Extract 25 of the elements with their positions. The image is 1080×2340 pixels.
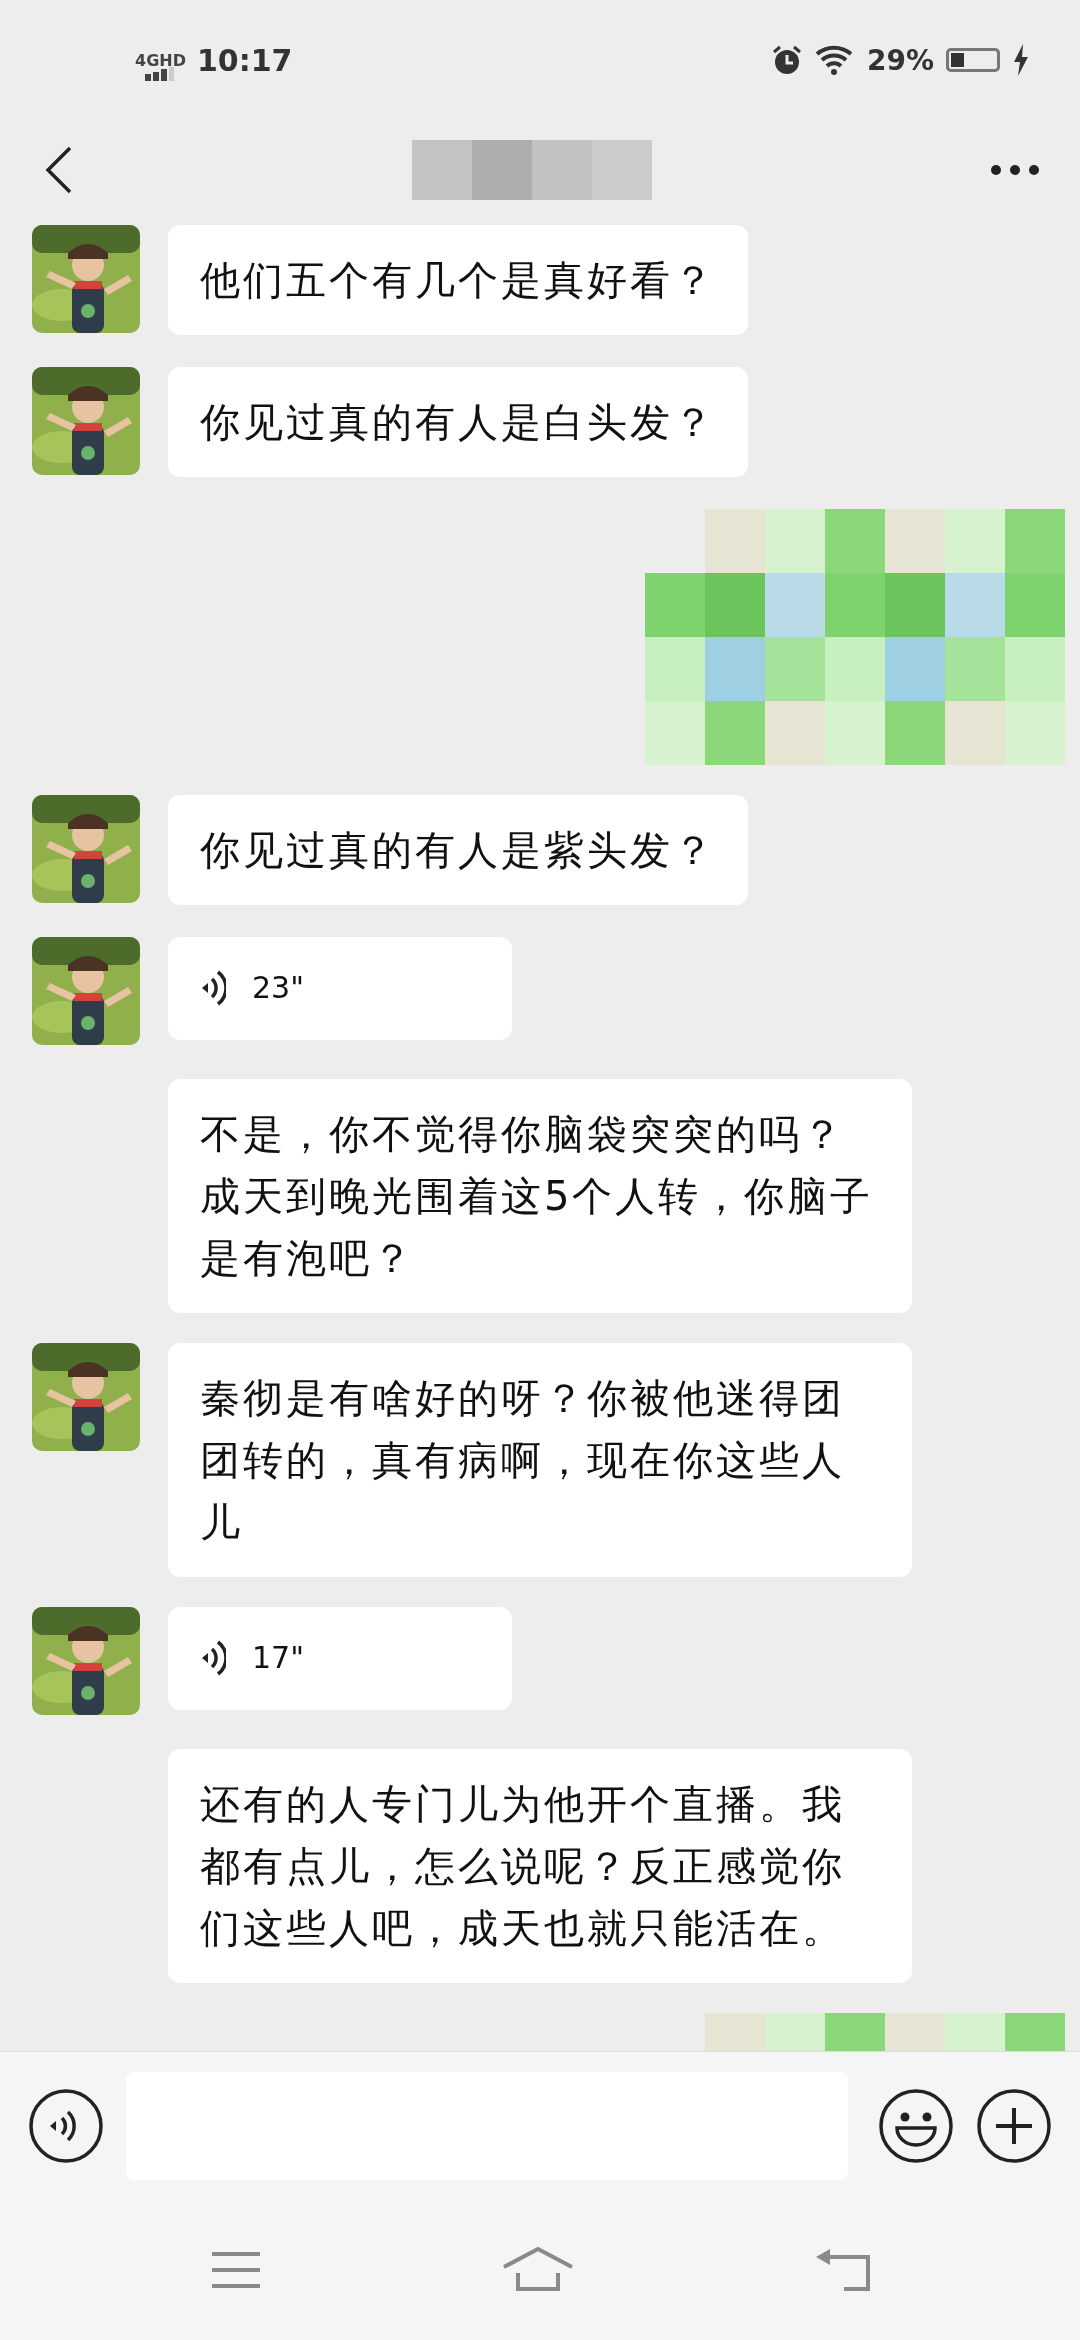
alarm-icon — [770, 44, 803, 76]
voice-duration: 23" — [252, 969, 304, 1007]
battery-icon — [946, 48, 1000, 72]
more-icon[interactable] — [990, 164, 1040, 176]
emoji-icon[interactable] — [878, 2088, 954, 2164]
message-bubble: 你见过真的有人是紫头发？ — [168, 795, 748, 905]
clock-time: 10:17 — [197, 42, 293, 78]
wifi-icon — [814, 44, 855, 76]
voice-input-icon[interactable] — [28, 2088, 104, 2164]
back-nav-icon[interactable] — [814, 2247, 870, 2293]
battery-percent: 29% — [866, 43, 934, 77]
signal-icon — [145, 67, 175, 81]
back-icon[interactable] — [44, 145, 74, 195]
message-bubble: 秦彻是有啥好的呀？你被他迷得团团转的，真有病啊，现在你这些人儿 — [168, 1343, 912, 1577]
voice-message[interactable]: 23" — [168, 937, 512, 1040]
menu-icon[interactable] — [210, 2250, 262, 2290]
voice-duration: 17" — [252, 1639, 304, 1677]
message-bubble: 不是，你不觉得你脑袋突突的吗？成天到晚光围着这5个人转，你脑子是有泡吧？ — [168, 1079, 912, 1313]
message-bubble: 你见过真的有人是白头发？ — [168, 367, 748, 477]
message-bubble: 还有的人专门儿为他开个直播。我都有点儿，怎么说呢？反正感觉你们这些人吧，成天也就只能活在。 — [168, 1749, 912, 1983]
charging-icon — [1012, 44, 1030, 76]
message-bubble: 他们五个有几个是真好看？ — [168, 225, 748, 335]
voice-message[interactable]: 17" — [168, 1607, 512, 1710]
home-icon[interactable] — [502, 2247, 574, 2293]
plus-icon[interactable] — [976, 2088, 1052, 2164]
